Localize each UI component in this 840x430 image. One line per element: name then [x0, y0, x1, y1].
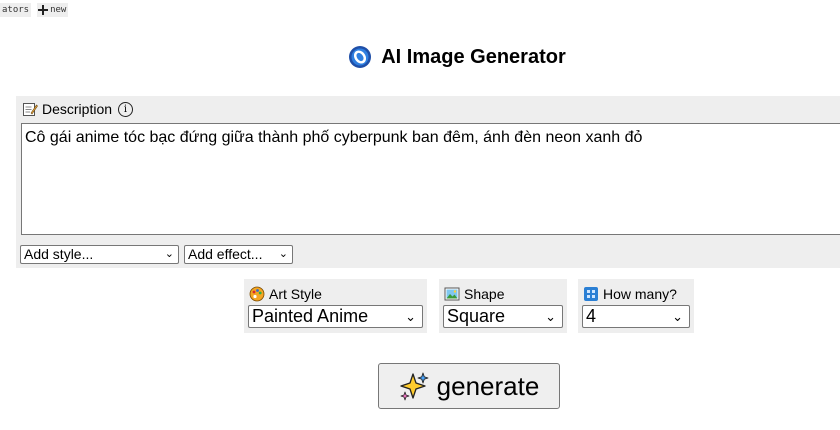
art-style-label: Art Style — [249, 286, 322, 302]
palette-icon — [249, 286, 265, 302]
description-input[interactable]: Cô gái anime tóc bạc đứng giữa thành phố… — [21, 123, 840, 235]
top-links: ators new — [0, 3, 69, 17]
chevron-down-icon: ⌄ — [672, 309, 683, 324]
info-icon[interactable]: i — [118, 101, 134, 117]
memo-icon — [23, 103, 38, 116]
chevron-down-icon: ⌄ — [278, 248, 288, 260]
how-many-select[interactable]: 4 ⌄ — [582, 305, 690, 328]
add-effect-select[interactable]: Add effect... ⌄ — [184, 245, 293, 264]
count-icon — [584, 287, 598, 301]
chevron-down-icon: ⌄ — [545, 309, 556, 324]
description-panel: Description i Cô gái anime tóc bạc đứng … — [16, 96, 840, 268]
page-title: AI Image Generator — [0, 45, 840, 69]
new-link[interactable]: new — [37, 3, 69, 17]
shape-select[interactable]: Square ⌄ — [443, 305, 563, 328]
shape-value: Square — [447, 306, 506, 326]
globe-icon — [349, 46, 372, 68]
plus-icon — [37, 4, 49, 16]
how-many-panel: How many? 4 ⌄ — [578, 279, 694, 333]
art-style-value: Painted Anime — [252, 306, 369, 326]
new-link-label: new — [50, 5, 67, 15]
shape-label: Shape — [444, 286, 504, 302]
sparkles-icon — [400, 372, 429, 401]
art-style-select[interactable]: Painted Anime ⌄ — [248, 305, 423, 328]
description-label: Description i — [22, 101, 134, 117]
add-style-select[interactable]: Add style... ⌄ — [20, 245, 179, 264]
generators-link[interactable]: ators — [0, 3, 32, 17]
shape-label-text: Shape — [464, 286, 505, 302]
how-many-label-text: How many? — [603, 286, 677, 302]
picture-icon — [444, 287, 460, 301]
add-style-value: Add style... — [24, 246, 94, 262]
art-style-panel: Art Style Painted Anime ⌄ — [244, 279, 427, 333]
how-many-value: 4 — [586, 306, 597, 326]
shape-panel: Shape Square ⌄ — [439, 279, 567, 333]
art-style-label-text: Art Style — [269, 286, 322, 302]
how-many-label: How many? — [583, 286, 677, 302]
generate-label: generate — [436, 370, 540, 401]
page-title-text: AI Image Generator — [381, 45, 566, 68]
description-label-text: Description — [42, 101, 113, 117]
add-effect-value: Add effect... — [188, 246, 263, 262]
generate-button[interactable]: generate — [378, 363, 560, 409]
chevron-down-icon: ⌄ — [405, 309, 416, 324]
chevron-down-icon: ⌄ — [164, 248, 174, 260]
